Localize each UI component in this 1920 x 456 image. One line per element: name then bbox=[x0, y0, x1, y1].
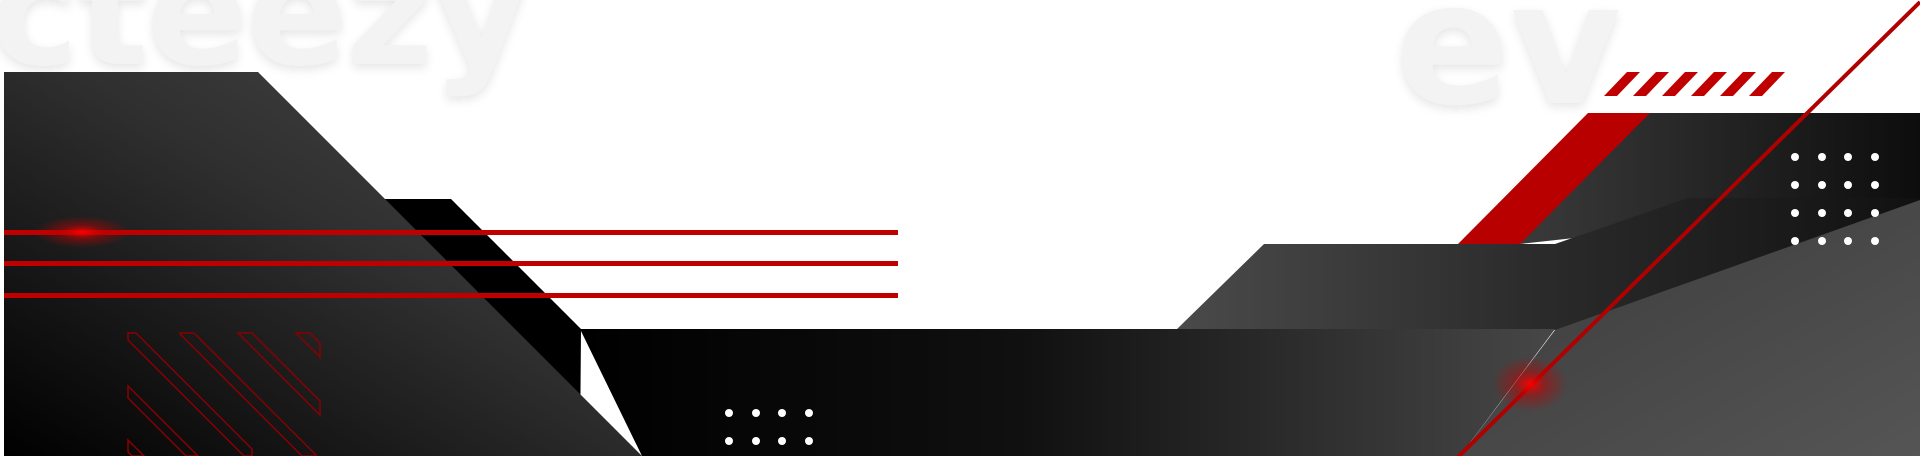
red-line-3 bbox=[4, 293, 898, 298]
red-hatch-marks bbox=[1604, 72, 1785, 96]
red-glow-right bbox=[1492, 356, 1568, 412]
red-line-2 bbox=[4, 261, 898, 266]
red-line-1 bbox=[4, 230, 898, 235]
red-glow-left bbox=[34, 216, 130, 248]
banner-graphic bbox=[4, 0, 1920, 456]
bottom-band bbox=[580, 329, 1555, 456]
